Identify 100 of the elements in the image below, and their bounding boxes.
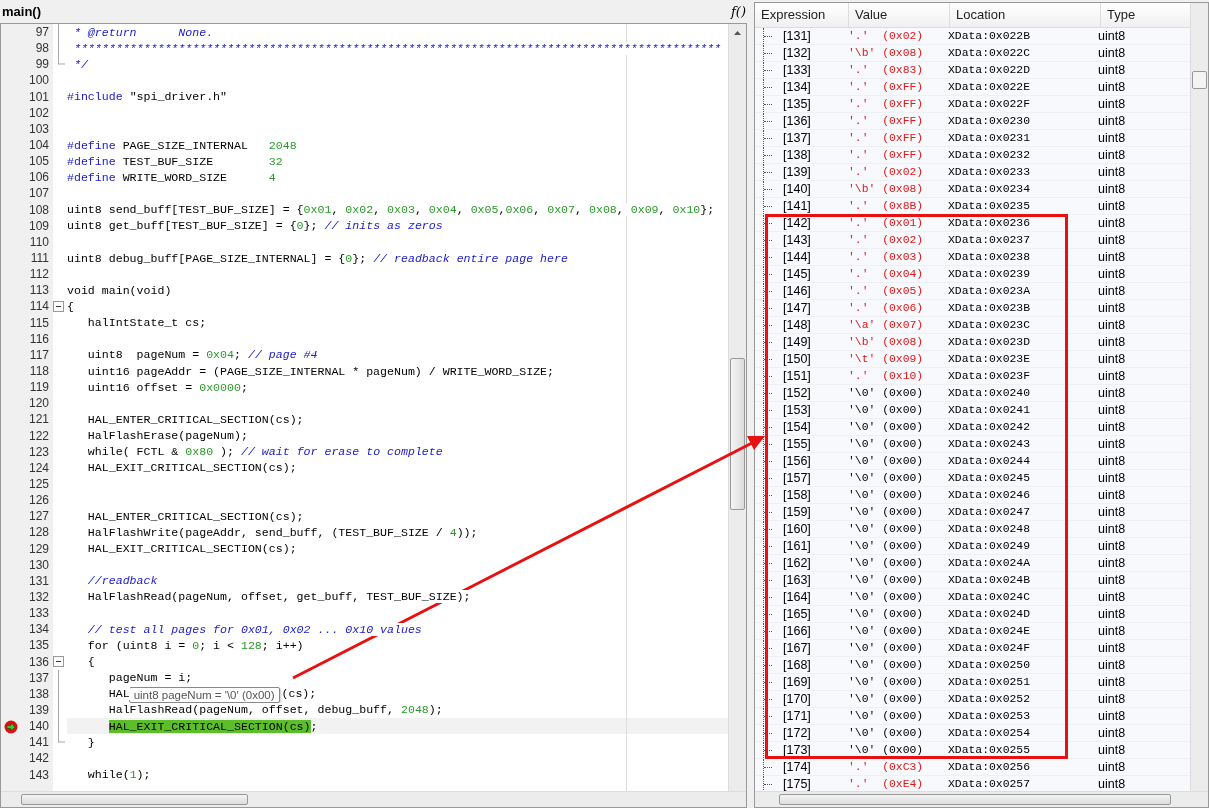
value-cell-text: '.' (0x10): [848, 370, 925, 382]
line-number: 131: [28, 573, 49, 588]
function-list-button[interactable]: f(): [729, 4, 748, 19]
value-cell-text: '\b' (0x08): [848, 336, 925, 348]
location-cell-text: XData:0x022F: [948, 98, 1032, 110]
column-header[interactable]: Expression: [755, 3, 849, 27]
value-cell-text: '\0' (0x00): [848, 455, 925, 467]
expression-cell-text: [174]: [783, 760, 812, 774]
value-cell-text: '\0' (0x00): [848, 625, 925, 637]
location-cell-text: XData:0x0233: [948, 166, 1032, 178]
type-cell: uint8: [1098, 539, 1126, 553]
function-name: main(): [2, 4, 41, 19]
type-cell: uint8: [1098, 250, 1126, 264]
value-cell-text: '\0' (0x00): [848, 659, 925, 671]
expression-cell-text: [159]: [783, 505, 812, 519]
location-cell-text: XData:0x024F: [948, 642, 1032, 654]
expression-cell-text: [154]: [783, 420, 812, 434]
expression-cell-text: [137]: [783, 131, 812, 145]
expression-cell-text: [143]: [783, 233, 812, 247]
type-cell: uint8: [1098, 335, 1126, 349]
line-number: 116: [29, 331, 49, 346]
location-cell-text: XData:0x024A: [948, 557, 1032, 569]
expression-cell-text: [131]: [783, 29, 812, 43]
expression-cell-text: [153]: [783, 403, 812, 417]
value-cell-text: '.' (0x02): [848, 166, 925, 178]
line-number: 135: [28, 638, 49, 653]
expression-cell-text: [162]: [783, 556, 812, 570]
value-cell-text: '.' (0xFF): [848, 98, 925, 110]
expression-cell-text: [171]: [783, 709, 812, 723]
type-cell: uint8: [1098, 726, 1126, 740]
line-number: 123: [28, 444, 49, 459]
horizontal-scrollbar[interactable]: [755, 791, 1208, 807]
expression-cell-text: [142]: [783, 216, 812, 230]
type-cell: uint8: [1098, 488, 1126, 502]
expression-cell-text: [168]: [783, 658, 812, 672]
type-cell: uint8: [1098, 63, 1126, 77]
line-number: 105: [28, 154, 49, 169]
location-cell-text: XData:0x0253: [948, 710, 1032, 722]
column-header[interactable]: Type: [1101, 3, 1190, 27]
line-number: 126: [28, 493, 49, 508]
line-number: 137: [28, 670, 49, 685]
location-cell-text: XData:0x023E: [948, 353, 1032, 365]
location-cell-text: XData:0x0232: [948, 149, 1032, 161]
type-cell: uint8: [1098, 97, 1126, 111]
vertical-scrollbar[interactable]: [1190, 3, 1208, 791]
location-cell-text: XData:0x024C: [948, 591, 1032, 603]
line-number: 142: [28, 751, 49, 766]
location-cell-text: XData:0x0231: [948, 132, 1032, 144]
scrollbar-thumb[interactable]: [779, 794, 1171, 805]
value-cell-text: '\0' (0x00): [848, 523, 925, 535]
value-cell-text: '\0' (0x00): [848, 438, 925, 450]
line-number: 141: [28, 735, 49, 750]
line-number: 129: [28, 541, 49, 556]
line-number: 100: [28, 73, 49, 88]
scrollbar-thumb[interactable]: [1192, 71, 1207, 89]
line-number: 104: [28, 138, 49, 153]
expression-cell-text: [151]: [783, 369, 812, 383]
horizontal-scrollbar[interactable]: [1, 791, 746, 807]
line-number: 98: [35, 41, 49, 56]
location-cell-text: XData:0x023C: [948, 319, 1032, 331]
collapse-icon[interactable]: [52, 300, 64, 312]
line-number: 139: [28, 702, 49, 717]
value-cell-text: '.' (0xFF): [848, 81, 925, 93]
location-cell-text: XData:0x0250: [948, 659, 1032, 671]
location-cell-text: XData:0x0243: [948, 438, 1032, 450]
line-number: 120: [28, 396, 49, 411]
type-cell: uint8: [1098, 233, 1126, 247]
scrollbar-thumb[interactable]: [21, 794, 248, 805]
line-number: 134: [28, 622, 49, 637]
value-cell-text: '\b' (0x08): [848, 183, 925, 195]
scrollbar-thumb[interactable]: [730, 358, 745, 510]
type-cell: uint8: [1098, 590, 1126, 604]
expression-cell-text: [138]: [783, 148, 812, 162]
type-cell: uint8: [1098, 607, 1126, 621]
column-header[interactable]: Value: [849, 3, 950, 27]
expression-cell-text: [148]: [783, 318, 812, 332]
type-cell: uint8: [1098, 522, 1126, 536]
vertical-scrollbar[interactable]: [728, 24, 746, 791]
line-number: 108: [28, 202, 49, 217]
column-header[interactable]: Location: [950, 3, 1101, 27]
value-cell-text: '.' (0xFF): [848, 149, 925, 161]
expression-cell-text: [170]: [783, 692, 812, 706]
location-cell-text: XData:0x0239: [948, 268, 1032, 280]
value-cell-text: '.' (0xC3): [848, 761, 925, 773]
line-number: 121: [28, 412, 49, 427]
value-cell-text: '\0' (0x00): [848, 676, 925, 688]
value-cell-text: '\0' (0x00): [848, 693, 925, 705]
collapse-icon[interactable]: [52, 656, 64, 668]
expression-cell-text: [132]: [783, 46, 812, 60]
type-cell: uint8: [1098, 165, 1126, 179]
value-cell-text: '\0' (0x00): [848, 574, 925, 586]
scroll-up-icon[interactable]: [734, 31, 741, 35]
value-cell-text: '\0' (0x00): [848, 591, 925, 603]
expression-cell-text: [169]: [783, 675, 812, 689]
type-cell: uint8: [1098, 80, 1126, 94]
expression-cell-text: [136]: [783, 114, 812, 128]
value-cell-text: '\0' (0x00): [848, 387, 925, 399]
value-cell-text: '.' (0xE4): [848, 778, 925, 790]
type-cell: uint8: [1098, 216, 1126, 230]
expression-cell-text: [133]: [783, 63, 812, 77]
